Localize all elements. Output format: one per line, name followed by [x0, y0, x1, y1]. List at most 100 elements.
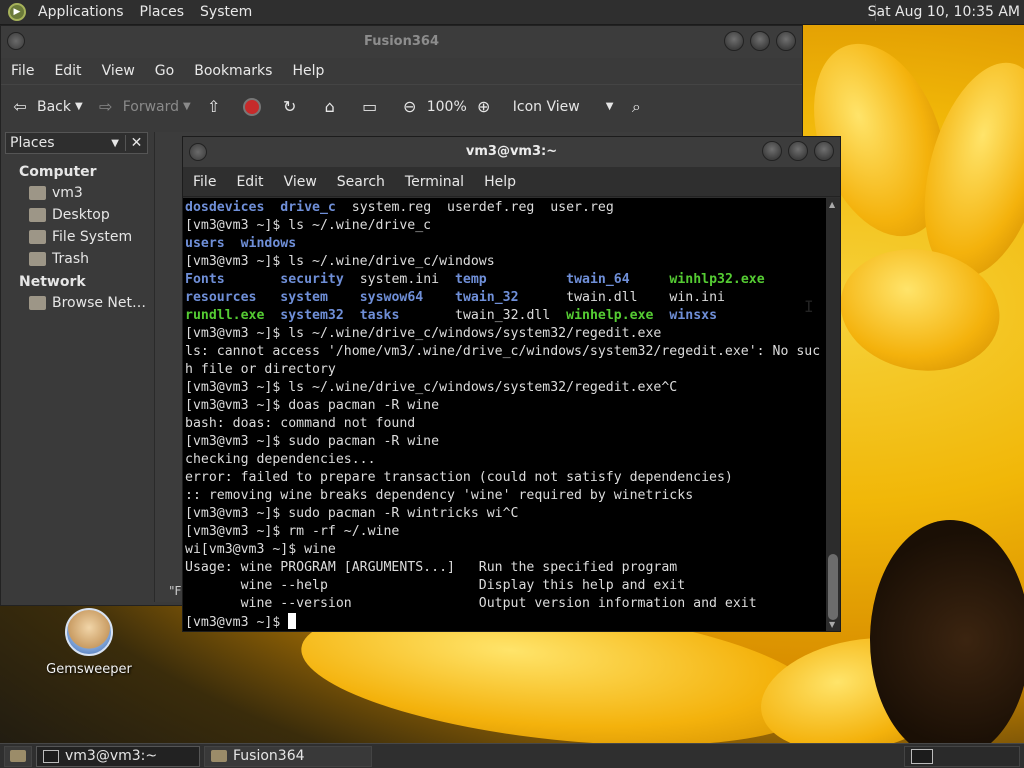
scroll-down-icon[interactable]: ▼ — [829, 620, 835, 629]
scrollbar-thumb[interactable] — [828, 554, 838, 620]
desktop-icon-gemsweeper[interactable]: Gemsweeper — [44, 608, 134, 677]
menu-search[interactable]: Search — [327, 174, 395, 190]
forward-button[interactable]: ⇨ Forward ▼ — [95, 96, 191, 118]
file-manager-titlebar[interactable]: Fusion364 — [1, 26, 802, 58]
menu-terminal[interactable]: Terminal — [395, 174, 474, 190]
terminal-text-segment: rundll.exe — [185, 308, 265, 323]
applications-menu[interactable]: Applications — [30, 4, 132, 20]
show-desktop-button[interactable] — [4, 745, 32, 767]
terminal-line: wine --version Output version informatio… — [185, 595, 824, 613]
forward-history-icon[interactable]: ▼ — [183, 101, 191, 112]
minimize-button[interactable] — [724, 31, 744, 51]
menu-help[interactable]: Help — [282, 63, 334, 79]
terminal-prompt: [vm3@vm3 ~]$ — [185, 615, 289, 630]
back-button[interactable]: ⇦ Back ▼ — [9, 96, 83, 118]
terminal-line: wi[vm3@vm3 ~]$ wine — [185, 541, 824, 559]
places-select[interactable]: Places — [6, 135, 107, 151]
terminal-line: wine --help Display this help and exit — [185, 577, 824, 595]
terminal-text-segment: security — [280, 272, 344, 287]
zoom-in-icon[interactable]: ⊕ — [473, 96, 495, 118]
drive-icon — [29, 230, 46, 244]
menu-view[interactable]: View — [274, 174, 327, 190]
terminal-line: h file or directory — [185, 361, 824, 379]
search-icon: ⌕ — [631, 96, 641, 116]
view-mode-select[interactable]: Icon View ▼ — [513, 99, 614, 115]
forward-label: Forward — [122, 98, 180, 115]
forward-arrow-icon: ⇨ — [99, 96, 113, 116]
terminal-line: [vm3@vm3 ~]$ ls ~/.wine/drive_c/windows/… — [185, 379, 824, 397]
minimize-button[interactable] — [762, 141, 782, 161]
menu-help[interactable]: Help — [474, 174, 526, 190]
sidebar-item-desktop[interactable]: Desktop — [5, 204, 148, 226]
maximize-button[interactable] — [750, 31, 770, 51]
distro-logo-icon[interactable]: ▶ — [8, 3, 26, 21]
terminal-text-segment: system.ini — [343, 272, 455, 287]
computer-button[interactable]: ▭ — [359, 96, 387, 118]
terminal-line: [vm3@vm3 ~]$ rm -rf ~/.wine — [185, 523, 824, 541]
terminal-text-segment: winhlp32.exe — [669, 272, 765, 287]
close-sidebar-button[interactable]: ✕ — [125, 135, 147, 151]
terminal-scrollbar[interactable]: ▲ ▼ — [826, 198, 840, 631]
terminal-output[interactable]: dosdevices drive_c system.reg userdef.re… — [183, 198, 826, 631]
terminal-prompt-line[interactable]: [vm3@vm3 ~]$ — [185, 613, 824, 631]
places-menu[interactable]: Places — [132, 4, 193, 20]
home-icon — [29, 186, 46, 200]
taskbar-item-file-manager[interactable]: Fusion364 — [204, 745, 372, 767]
sidebar-item-file-system[interactable]: File System — [5, 226, 148, 248]
terminal-text-segment: [vm3@vm3 ~]$ doas pacman -R wine — [185, 398, 440, 413]
terminal-text-segment: twain_64 — [566, 272, 630, 287]
zoom-control[interactable]: ⊖ 100% ⊕ — [399, 96, 501, 118]
up-button[interactable]: ⇧ — [203, 96, 231, 118]
gemsweeper-icon — [65, 608, 113, 656]
terminal-text-segment: h file or directory — [185, 362, 336, 377]
menu-edit[interactable]: Edit — [226, 174, 273, 190]
terminal-text-segment: windows — [240, 236, 297, 251]
sidebar-item-vm3[interactable]: vm3 — [5, 182, 148, 204]
close-button[interactable] — [814, 141, 834, 161]
terminal-text-segment: twain.dll win.ini — [518, 290, 725, 305]
zoom-out-icon[interactable]: ⊖ — [399, 96, 421, 118]
window-menu-icon[interactable] — [189, 143, 207, 161]
terminal-text-segment: error: failed to prepare transaction (co… — [185, 470, 733, 485]
back-arrow-icon: ⇦ — [13, 96, 27, 116]
menu-bookmarks[interactable]: Bookmarks — [184, 63, 282, 79]
maximize-button[interactable] — [788, 141, 808, 161]
status-bar-text: "F — [169, 584, 182, 598]
workspace-switcher[interactable] — [904, 745, 1020, 767]
sidebar-item-trash[interactable]: Trash — [5, 248, 148, 270]
stop-button[interactable] — [242, 97, 267, 116]
menu-go[interactable]: Go — [145, 63, 184, 79]
back-history-icon[interactable]: ▼ — [75, 101, 83, 112]
menu-view[interactable]: View — [92, 63, 145, 79]
folder-icon — [211, 750, 227, 762]
terminal-text-segment: winsxs — [669, 308, 718, 323]
file-manager-menubar: File Edit View Go Bookmarks Help — [1, 58, 802, 84]
clock[interactable]: Sat Aug 10, 10:35 AM — [868, 4, 1020, 20]
terminal-window: vm3@vm3:~ File Edit View Search Terminal… — [182, 136, 841, 632]
system-menu[interactable]: System — [192, 4, 260, 20]
window-menu-icon[interactable] — [7, 32, 25, 50]
close-button[interactable] — [776, 31, 796, 51]
sidebar-item-browse-network[interactable]: Browse Net… — [5, 292, 148, 314]
terminal-line: error: failed to prepare transaction (co… — [185, 469, 824, 487]
search-button[interactable]: ⌕ — [625, 96, 653, 118]
menu-file[interactable]: File — [1, 63, 44, 79]
terminal-text-segment: bash: doas: command not found — [185, 416, 416, 431]
terminal-titlebar[interactable]: vm3@vm3:~ — [183, 137, 840, 167]
terminal-text-segment: [vm3@vm3 ~]$ rm -rf ~/.wine — [185, 524, 400, 539]
top-panel: ▶ Applications Places System Sat Aug 10,… — [0, 0, 1024, 25]
taskbar-item-terminal[interactable]: vm3@vm3:~ — [36, 745, 200, 767]
scroll-up-icon[interactable]: ▲ — [829, 200, 835, 209]
reload-button[interactable]: ↻ — [279, 96, 307, 118]
home-button[interactable]: ⌂ — [319, 96, 347, 118]
menu-file[interactable]: File — [183, 174, 226, 190]
terminal-text-segment: wine --help Display this help and exit — [185, 578, 686, 593]
terminal-line: checking dependencies... — [185, 451, 824, 469]
terminal-text-segment: Usage: wine PROGRAM [ARGUMENTS...] Run t… — [185, 560, 678, 575]
menu-edit[interactable]: Edit — [44, 63, 91, 79]
terminal-text-segment: system.reg userdef.reg user.reg — [335, 200, 614, 215]
terminal-text-segment: [vm3@vm3 ~]$ sudo pacman -R wine — [185, 434, 440, 449]
